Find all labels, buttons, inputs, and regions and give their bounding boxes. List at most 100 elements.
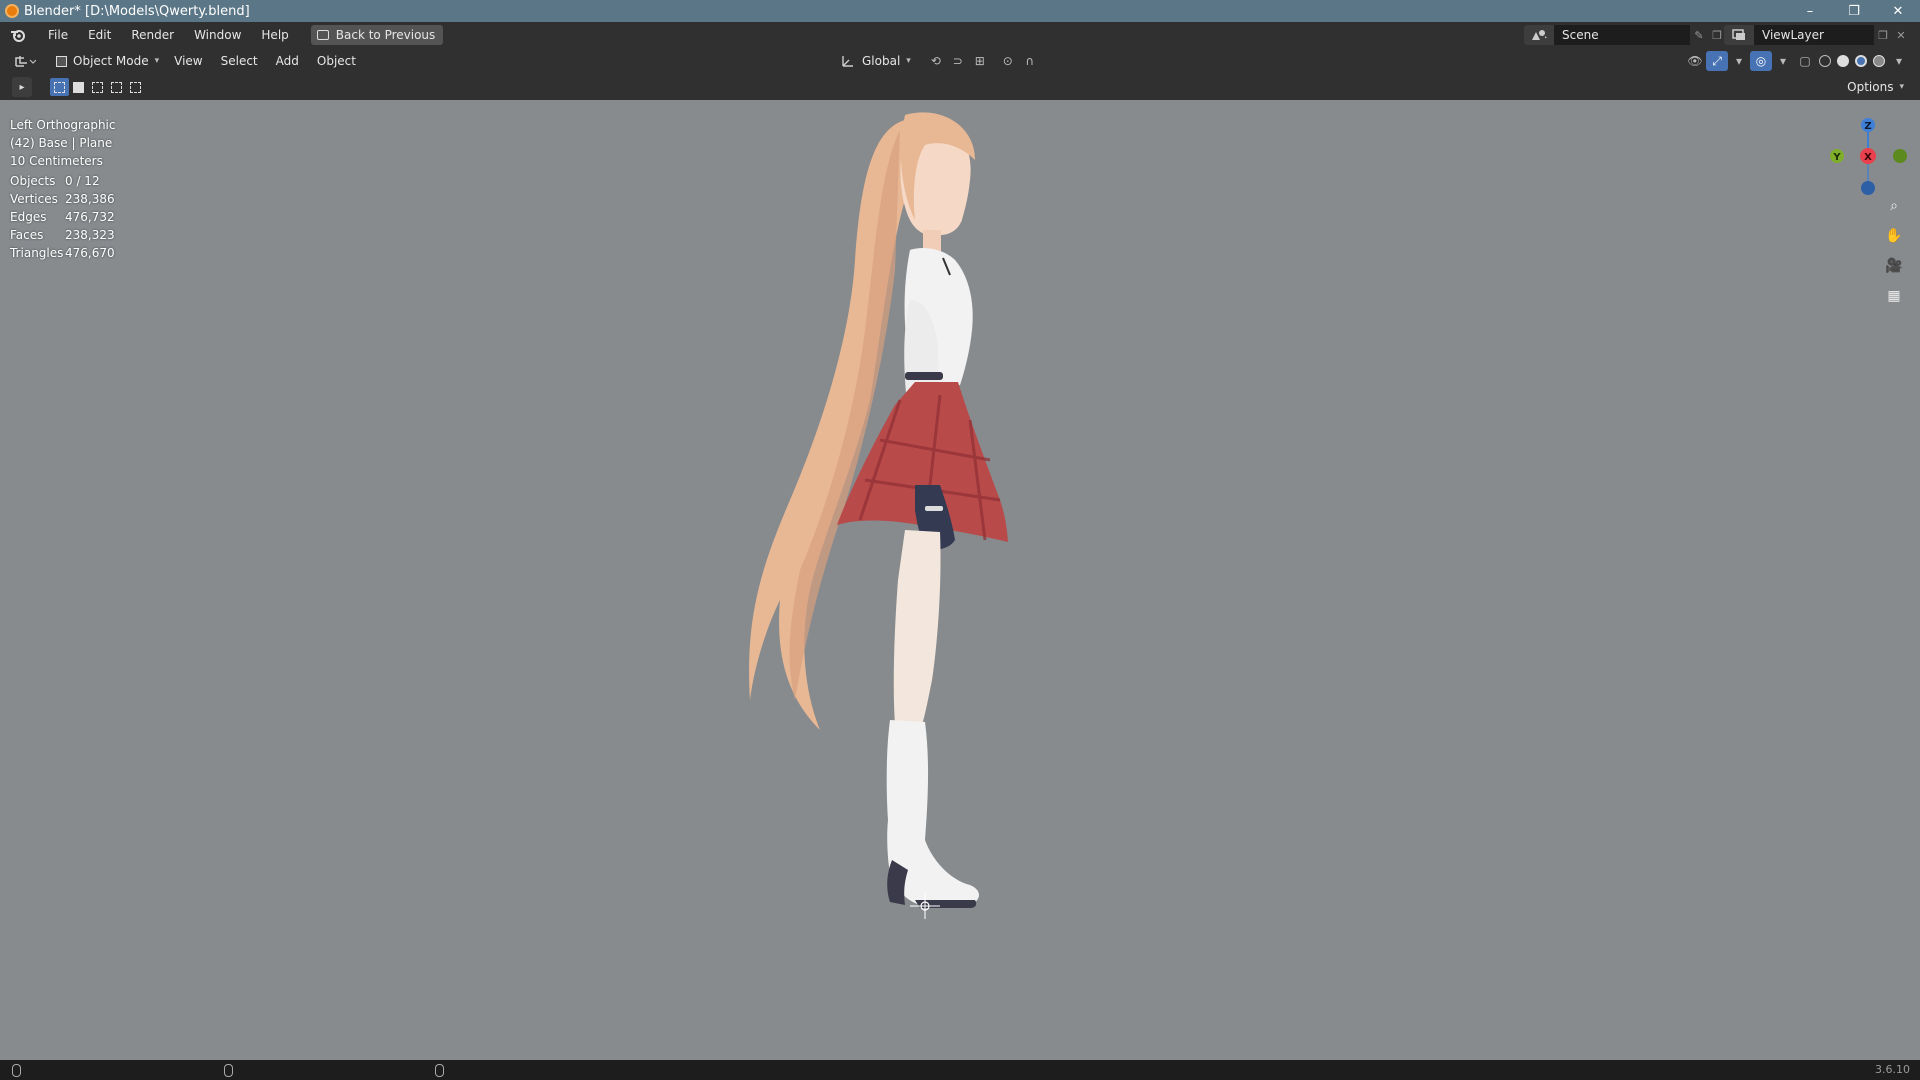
blender-app-icon [5, 4, 19, 18]
delete-viewlayer-icon[interactable]: ✕ [1892, 25, 1910, 45]
stat-label: Triangles [10, 246, 64, 260]
back-screen-icon [316, 30, 329, 40]
chevron-down-icon: ▾ [154, 56, 160, 66]
menu-help[interactable]: Help [251, 22, 298, 48]
options-label: Options [1847, 80, 1894, 94]
select-subtract-icon[interactable] [88, 78, 107, 96]
object-mode-label: Object Mode [73, 54, 149, 68]
gizmo-neg-z-axis [1861, 181, 1875, 195]
proportional-edit-icon[interactable]: ⊙ [997, 51, 1019, 71]
viewport-info-overlay: Left Orthographic (42) Base | Plane 10 C… [10, 116, 115, 170]
maximize-button[interactable]: ❐ [1832, 0, 1876, 22]
gizmo-x-label: X [1864, 152, 1872, 163]
gizmo-neg-y-axis [1893, 149, 1907, 163]
visibility-eye-icon[interactable]: 👁 [1684, 51, 1706, 71]
tool-header: ▸ Options ▾ [0, 74, 1920, 100]
select-intersect-icon[interactable] [126, 78, 145, 96]
view-name: Left Orthographic [10, 118, 116, 132]
chevron-down-icon: ▾ [906, 56, 911, 66]
navigation-gizmo[interactable]: Z Y X [1820, 106, 1910, 196]
transform-orientation-label: Global [862, 54, 901, 68]
menu-object[interactable]: Object [308, 54, 365, 68]
menu-window[interactable]: Window [184, 22, 251, 48]
menu-view[interactable]: View [165, 54, 211, 68]
pan-hand-icon[interactable]: ✋ [1880, 222, 1908, 250]
scene-browse-icon[interactable] [1524, 25, 1554, 45]
options-dropdown[interactable]: Options ▾ [1839, 78, 1912, 96]
solid-shading-icon[interactable] [1837, 55, 1849, 67]
select-extend-icon[interactable] [69, 78, 88, 96]
mouse-right-icon [435, 1064, 444, 1077]
select-invert-icon[interactable] [107, 78, 126, 96]
back-to-previous-button[interactable]: Back to Previous [310, 25, 444, 45]
stat-row: Faces 238,323 [10, 226, 115, 244]
pivot-point-icon[interactable]: ⟲ [925, 51, 947, 71]
zoom-magnifier-icon[interactable]: ⌕ [1880, 192, 1908, 220]
mouse-left-icon [12, 1064, 21, 1077]
gizmo-toggle-icon[interactable]: ⤢ [1706, 51, 1728, 71]
blender-logo-icon[interactable] [10, 27, 26, 43]
stat-label: Faces [10, 228, 44, 242]
ortho-grid-icon[interactable]: ▦ [1880, 282, 1908, 310]
viewlayer-name-field[interactable]: ViewLayer [1754, 25, 1874, 45]
active-object-info: (42) Base | Plane [10, 136, 113, 150]
editor-type-icon[interactable] [10, 51, 40, 71]
wireframe-shading-icon[interactable] [1819, 55, 1831, 67]
overlays-toggle-icon[interactable]: ◎ [1750, 51, 1772, 71]
chevron-down-icon: ▾ [1899, 82, 1904, 92]
stat-value: 476,670 [65, 246, 115, 260]
snap-target-icon[interactable]: ⊞ [969, 51, 991, 71]
scene-name-field[interactable]: Scene [1554, 25, 1690, 45]
xray-toggle-icon[interactable]: ▢ [1794, 51, 1816, 71]
menu-render[interactable]: Render [121, 22, 184, 48]
menu-select[interactable]: Select [212, 54, 267, 68]
object-mode-icon [56, 55, 67, 67]
viewport-header: Object Mode ▾ View Select Add Object Glo… [0, 48, 1920, 74]
viewlayer-browse-icon[interactable] [1724, 25, 1754, 45]
stat-row: Triangles 476,670 [10, 244, 115, 262]
rendered-shading-icon[interactable] [1873, 55, 1885, 67]
viewport-display-controls: 👁 ⤢ ▾ ◎ ▾ ▢ ▾ [1684, 51, 1910, 71]
select-new-icon[interactable] [50, 78, 69, 96]
camera-view-icon[interactable]: 🎥 [1880, 252, 1908, 280]
falloff-curve-icon[interactable]: ∩ [1019, 51, 1041, 71]
menu-file[interactable]: File [38, 22, 78, 48]
pin-icon[interactable]: ✎ [1690, 25, 1708, 45]
leg [893, 530, 941, 725]
stat-row: Vertices 238,386 [10, 190, 115, 208]
grid-scale: 10 Centimeters [10, 154, 103, 168]
character-model[interactable] [700, 100, 1100, 1060]
stat-value: 238,386 [65, 192, 115, 206]
selection-mode-group [50, 78, 145, 96]
snap-toggle-icon[interactable]: ⊃ [947, 51, 969, 71]
close-button[interactable]: ✕ [1876, 0, 1920, 22]
stat-label: Edges [10, 210, 47, 224]
transform-orientation-dropdown[interactable]: Global ▾ [836, 54, 915, 68]
top-menubar: File Edit Render Window Help Back to Pre… [0, 22, 1920, 48]
status-bar: 3.6.10 [0, 1060, 1920, 1080]
menu-add[interactable]: Add [267, 54, 308, 68]
stat-row: Edges 476,732 [10, 208, 115, 226]
back-to-previous-label: Back to Previous [335, 28, 436, 42]
scene-selector: Scene ✎ ❐ ✕ [1524, 25, 1744, 45]
window-titlebar: Blender* [D:\Models\Qwerty.blend] – ❐ ✕ [0, 0, 1920, 22]
stat-row: Objects 0 / 12 [10, 172, 115, 190]
window-controls: – ❐ ✕ [1788, 0, 1920, 22]
stat-label: Objects [10, 174, 56, 188]
select-tool-icon[interactable]: ▸ [12, 77, 32, 97]
menu-edit[interactable]: Edit [78, 22, 121, 48]
material-preview-shading-icon[interactable] [1855, 55, 1867, 67]
stat-value: 238,323 [65, 228, 115, 242]
object-mode-dropdown[interactable]: Object Mode ▾ [50, 51, 166, 71]
shading-dropdown-icon[interactable]: ▾ [1888, 51, 1910, 71]
new-viewlayer-icon[interactable]: ❐ [1874, 25, 1892, 45]
overlays-dropdown-icon[interactable]: ▾ [1772, 51, 1794, 71]
stat-value: 476,732 [65, 210, 115, 224]
viewlayer-selector: ViewLayer ❐ ✕ [1724, 25, 1910, 45]
minimize-button[interactable]: – [1788, 0, 1832, 22]
gizmo-y-label: Y [1832, 152, 1841, 163]
transform-settings: Global ▾ ⟲ ⊃ ⊞ ⊙ ∩ [836, 51, 1041, 71]
3d-viewport[interactable]: Left Orthographic (42) Base | Plane 10 C… [0, 100, 1920, 1060]
gizmo-z-label: Z [1864, 121, 1871, 132]
gizmo-dropdown-icon[interactable]: ▾ [1728, 51, 1750, 71]
